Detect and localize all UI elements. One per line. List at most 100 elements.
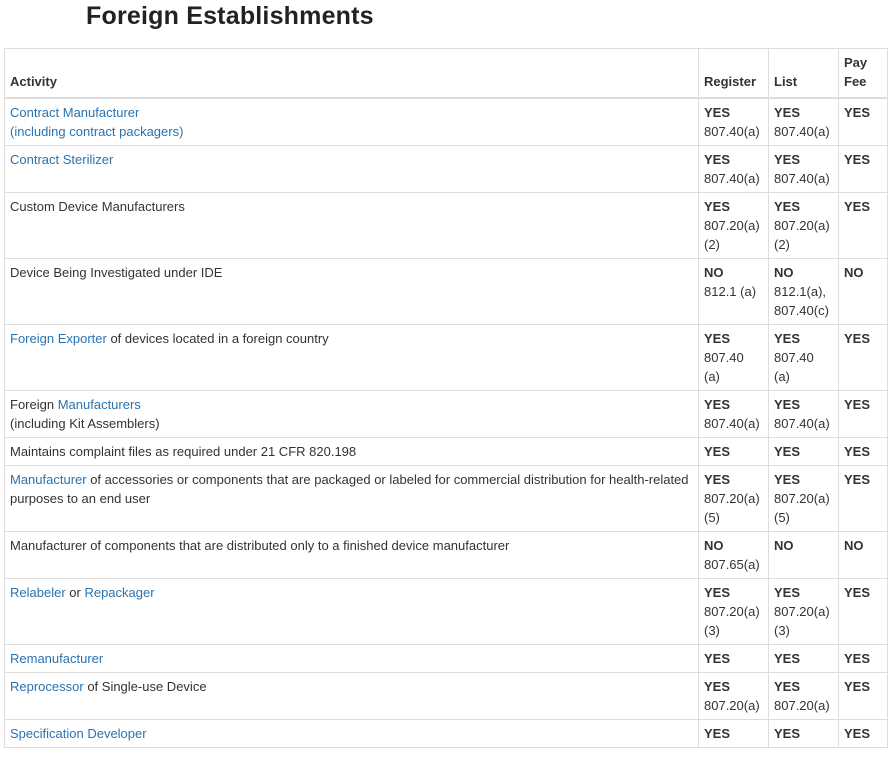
pay-fee-status: NO bbox=[844, 538, 864, 553]
register-status: YES bbox=[704, 444, 731, 459]
activity-cell: Foreign Exporter of devices located in a… bbox=[4, 324, 699, 391]
register-status: NO bbox=[704, 265, 724, 280]
activity-text: (including contract packagers) bbox=[10, 122, 693, 141]
pay-fee-status: YES bbox=[844, 651, 871, 666]
activity-link[interactable]: Remanufacturer bbox=[10, 651, 103, 666]
pay-fee-status: YES bbox=[844, 444, 871, 459]
activity-link[interactable]: Manufacturer bbox=[10, 472, 87, 487]
activity-cell: Relabeler or Repackager bbox=[4, 578, 699, 645]
list-cell: NO 812.1(a), 807.40(c) bbox=[768, 258, 839, 325]
table-row: Contract Sterilizer YES 807.40(a) YES 807.40… bbox=[4, 145, 888, 193]
pay-fee-cell: YES bbox=[838, 97, 888, 146]
activity-link[interactable]: Relabeler bbox=[10, 585, 66, 600]
register-cell: YES 807.20(a) (3) bbox=[698, 578, 769, 645]
pay-fee-status: YES bbox=[844, 105, 871, 120]
list-cell: YES 807.20(a) bbox=[768, 672, 839, 720]
register-cell: YES bbox=[698, 437, 769, 466]
register-cfr-reference: 807.20(a) bbox=[704, 491, 760, 506]
activity-text: Maintains complaint files as required un… bbox=[10, 442, 693, 461]
activity-text-segment: Foreign bbox=[10, 397, 58, 412]
activity-cell: Maintains complaint files as required un… bbox=[4, 437, 699, 466]
table-row: Specification Developer YES YES YES bbox=[4, 719, 888, 748]
table-row: Manufacturer of components that are dist… bbox=[4, 531, 888, 579]
activity-text-segment: Device Being Investigated under IDE bbox=[10, 265, 223, 280]
register-cell: NO 812.1 (a) bbox=[698, 258, 769, 325]
list-cfr-reference: 807.40(a) bbox=[774, 124, 830, 139]
pay-fee-status: YES bbox=[844, 472, 871, 487]
table-row: Manufacturer of accessories or component… bbox=[4, 465, 888, 532]
activity-text: Foreign Manufacturers bbox=[10, 395, 693, 414]
register-cell: YES bbox=[698, 644, 769, 673]
activity-text: Reprocessor of Single-use Device bbox=[10, 677, 693, 696]
activity-link[interactable]: (including contract packagers) bbox=[10, 124, 183, 139]
register-cfr-reference: 807.65(a) bbox=[704, 557, 760, 572]
list-status: NO bbox=[774, 538, 794, 553]
register-status: YES bbox=[704, 199, 731, 214]
activity-text: Specification Developer bbox=[10, 724, 693, 743]
activity-text: Contract Sterilizer bbox=[10, 150, 693, 169]
activity-link[interactable]: Contract Manufacturer bbox=[10, 105, 139, 120]
header-register: Register bbox=[698, 48, 769, 99]
list-cfr-reference: (2) bbox=[774, 237, 790, 252]
list-cfr-reference: 807.40(a) bbox=[774, 171, 830, 186]
register-cfr-reference: 807.20(a) bbox=[704, 698, 760, 713]
foreign-establishments-table: Activity Register List Pay Fee Contract … bbox=[4, 48, 888, 748]
register-cell: YES 807.20(a) (2) bbox=[698, 192, 769, 259]
pay-fee-status: YES bbox=[844, 331, 871, 346]
table-body: Contract Manufacturer (including contract… bbox=[4, 97, 888, 748]
register-cell: YES 807.40 (a) bbox=[698, 324, 769, 391]
activity-cell: Manufacturer of accessories or component… bbox=[4, 465, 699, 532]
pay-fee-cell: YES bbox=[838, 145, 888, 193]
list-cfr-reference: 807.20(a) bbox=[774, 218, 830, 233]
activity-link[interactable]: Contract Sterilizer bbox=[10, 152, 113, 167]
list-cfr-reference: 807.20(a) bbox=[774, 491, 830, 506]
pay-fee-cell: YES bbox=[838, 578, 888, 645]
pay-fee-cell: YES bbox=[838, 644, 888, 673]
list-cell: YES 807.20(a) (2) bbox=[768, 192, 839, 259]
list-cfr-reference: 807.20(a) bbox=[774, 698, 830, 713]
register-status: YES bbox=[704, 585, 731, 600]
register-cfr-reference: (5) bbox=[704, 510, 720, 525]
list-cell: NO bbox=[768, 531, 839, 579]
activity-text-segment: of accessories or components that are pa… bbox=[10, 472, 689, 506]
activity-cell: Reprocessor of Single-use Device bbox=[4, 672, 699, 720]
activity-text: Relabeler or Repackager bbox=[10, 583, 693, 602]
activity-cell: Specification Developer bbox=[4, 719, 699, 748]
list-status: YES bbox=[774, 726, 801, 741]
register-cfr-reference: 807.40(a) bbox=[704, 124, 760, 139]
register-status: YES bbox=[704, 105, 731, 120]
activity-text-segment: Custom Device Manufacturers bbox=[10, 199, 185, 214]
register-cfr-reference: (3) bbox=[704, 623, 720, 638]
header-pay-fee: Pay Fee bbox=[838, 48, 888, 99]
header-pay-fee-line1: Pay bbox=[844, 55, 868, 70]
activity-link[interactable]: Specification Developer bbox=[10, 726, 147, 741]
table-row: Custom Device Manufacturers YES 807.20(a) (… bbox=[4, 192, 888, 259]
page-title: Foreign Establishments bbox=[86, 2, 374, 30]
pay-fee-status: YES bbox=[844, 585, 871, 600]
activity-link[interactable]: Repackager bbox=[84, 585, 154, 600]
table-header-row: Activity Register List Pay Fee bbox=[4, 48, 888, 99]
header-pay-fee-line2: Fee bbox=[844, 74, 867, 89]
list-status: YES bbox=[774, 679, 801, 694]
register-status: YES bbox=[704, 152, 731, 167]
activity-text-segment: of Single-use Device bbox=[83, 679, 207, 694]
activity-cell: Foreign Manufacturers (including Kit Asse… bbox=[4, 390, 699, 438]
list-cfr-reference: 807.40(c) bbox=[774, 303, 829, 318]
list-cell: YES bbox=[768, 437, 839, 466]
register-status: YES bbox=[704, 472, 731, 487]
activity-text-segment: Maintains complaint files as required un… bbox=[10, 444, 357, 459]
activity-text-segment: (including Kit Assemblers) bbox=[10, 416, 160, 431]
register-cell: YES 807.40(a) bbox=[698, 97, 769, 146]
list-status: YES bbox=[774, 397, 801, 412]
list-cell: YES 807.20(a) (5) bbox=[768, 465, 839, 532]
register-cfr-reference: (2) bbox=[704, 237, 720, 252]
activity-link[interactable]: Reprocessor bbox=[10, 679, 84, 694]
list-cfr-reference: (5) bbox=[774, 510, 790, 525]
activity-cell: Contract Manufacturer (including contract… bbox=[4, 97, 699, 146]
list-cell: YES bbox=[768, 644, 839, 673]
activity-link[interactable]: Foreign Exporter bbox=[10, 331, 107, 346]
list-cfr-reference: 807.20(a) bbox=[774, 604, 830, 619]
list-cell: YES 807.40(a) bbox=[768, 145, 839, 193]
activity-cell: Manufacturer of components that are dist… bbox=[4, 531, 699, 579]
activity-link[interactable]: Manufacturers bbox=[58, 397, 141, 412]
